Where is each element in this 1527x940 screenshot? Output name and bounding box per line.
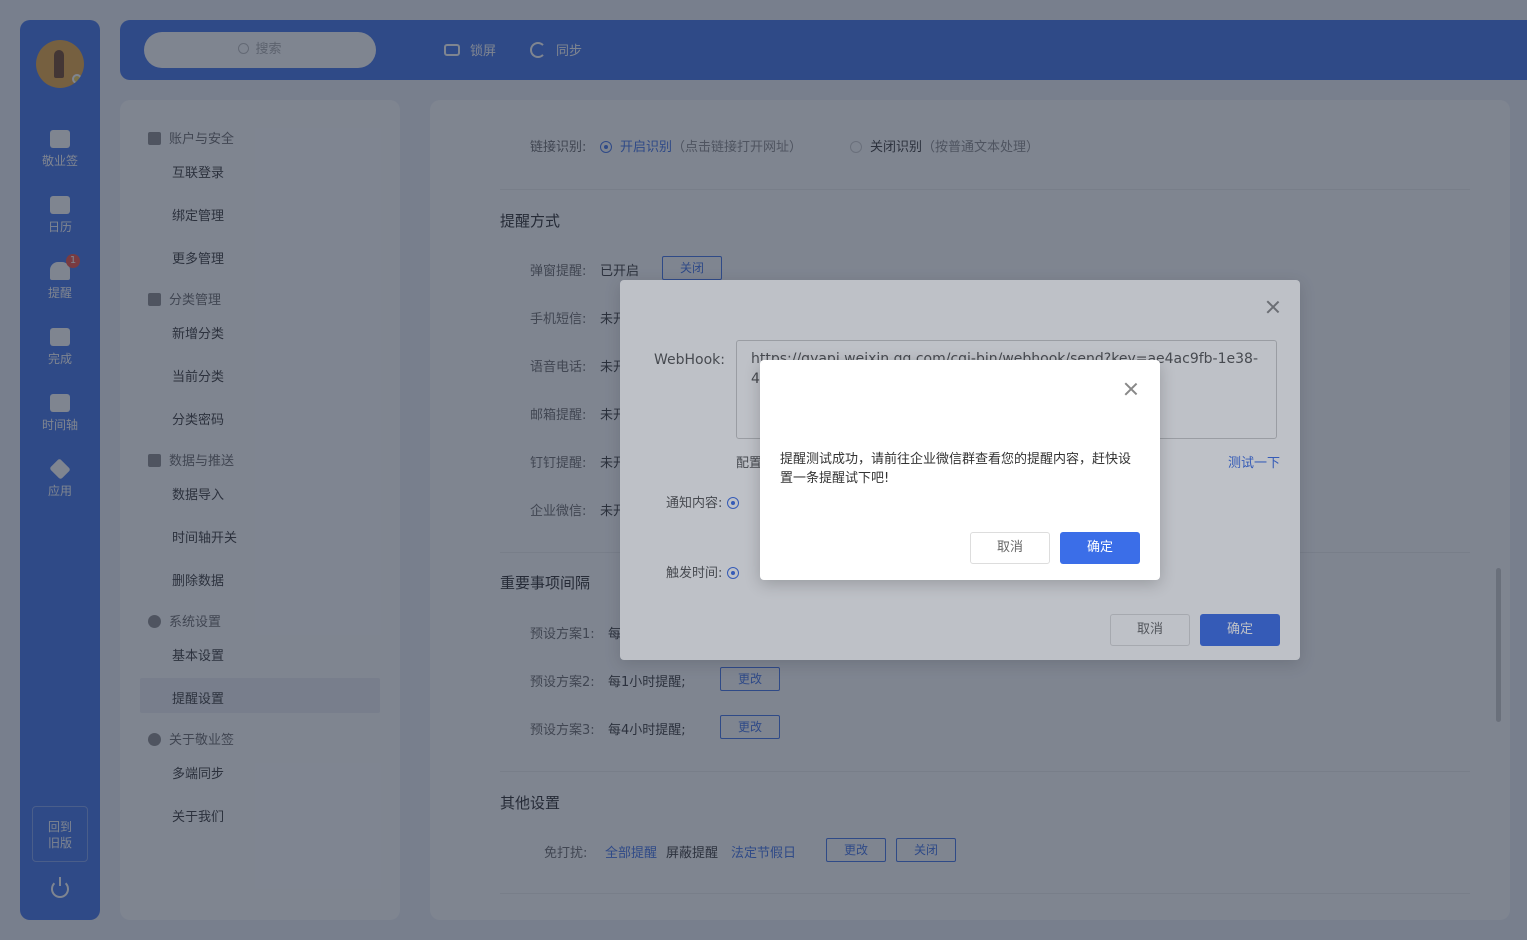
- cancel-button[interactable]: 取消: [970, 532, 1050, 564]
- message-box: 提醒测试成功，请前往企业微信群查看您的提醒内容，赶快设置一条提醒试下吧! 取消 …: [760, 360, 1160, 580]
- close-icon[interactable]: [1124, 382, 1138, 396]
- message-text: 提醒测试成功，请前往企业微信群查看您的提醒内容，赶快设置一条提醒试下吧!: [780, 452, 1132, 486]
- confirm-button[interactable]: 确定: [1060, 532, 1140, 564]
